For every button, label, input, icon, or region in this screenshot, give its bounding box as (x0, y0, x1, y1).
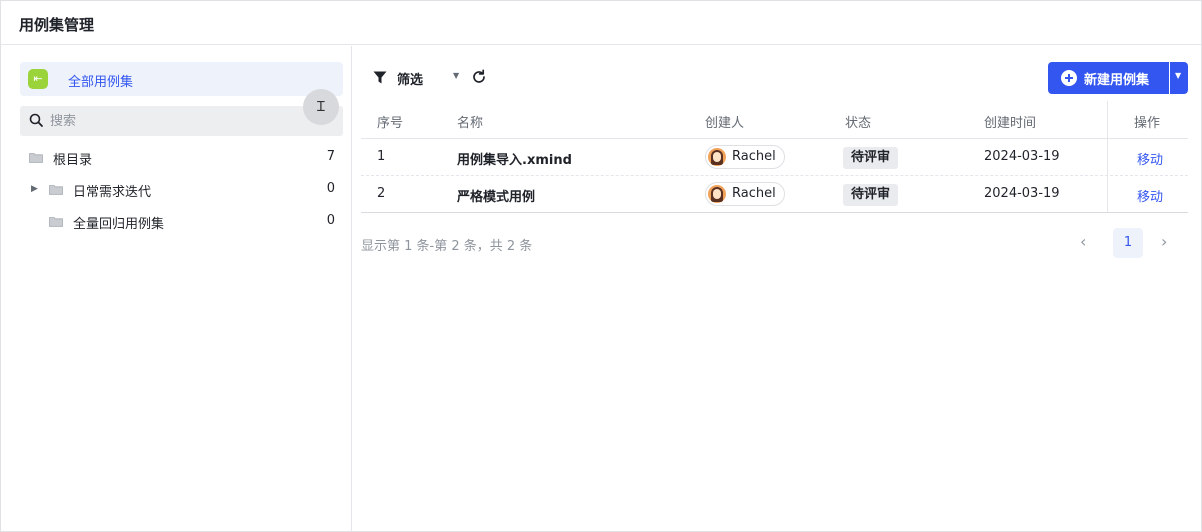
case-set-table: 序号 名称 创建人 状态 创建时间 操作 1 用例集导入.xmind Rache… (361, 101, 1188, 213)
page-title: 用例集管理 (19, 16, 95, 34)
folder-icon (49, 185, 63, 195)
search-icon (29, 113, 43, 127)
sidebar: ⇤ 全部用例集 Ɪ 根目录 7 ▶ 日常需求迭代 0 (1, 46, 352, 532)
app-window: 用例集管理 ⇤ 全部用例集 Ɪ 根目录 7 ▶ 日常需求迭 (0, 0, 1202, 532)
all-cases-label: 全部用例集 (68, 75, 134, 90)
caret-down-icon: ▼ (453, 71, 460, 80)
avatar (708, 185, 726, 203)
tree-item-count: 7 (326, 149, 335, 164)
folder-icon (49, 217, 63, 227)
tree-item-daily-iteration[interactable]: ▶ 日常需求迭代 0 (1, 176, 351, 204)
caret-down-icon: ▼ (1175, 71, 1182, 80)
row-index: 2 (377, 186, 386, 201)
row-name[interactable]: 严格模式用例 (457, 186, 535, 205)
chevron-left-icon[interactable]: ‹ (1080, 232, 1086, 251)
plus-circle-icon (1061, 70, 1077, 86)
pagination-summary: 显示第 1 条-第 2 条，共 2 条 (361, 239, 533, 254)
collection-icon: ⇤ (28, 69, 48, 89)
page-number-button[interactable]: 1 (1113, 228, 1143, 258)
folder-icon (29, 153, 43, 163)
refresh-icon[interactable] (470, 68, 488, 86)
search-box[interactable] (20, 106, 343, 136)
column-header-creator: 创建人 (705, 116, 745, 131)
column-header-action: 操作 (1134, 116, 1161, 131)
status-badge: 待评审 (843, 184, 899, 206)
column-header-name: 名称 (457, 116, 484, 131)
new-case-set-label: 新建用例集 (1084, 73, 1150, 88)
text-cursor-icon: Ɪ (303, 89, 339, 125)
creator-chip: Rachel (705, 145, 785, 169)
tree-item-label: 全量回归用例集 (73, 217, 165, 232)
filter-icon (373, 71, 387, 84)
column-header-created: 创建时间 (984, 116, 1037, 131)
tree-item-label: 根目录 (53, 153, 93, 168)
table-header: 序号 名称 创建人 状态 创建时间 操作 (361, 101, 1188, 139)
move-link[interactable]: 移动 (1137, 186, 1163, 205)
tree-item-root[interactable]: 根目录 7 (1, 144, 351, 172)
creator-chip: Rachel (705, 182, 785, 206)
creator-name: Rachel (732, 149, 776, 164)
row-index: 1 (377, 149, 386, 164)
filter-label: 筛选 (397, 73, 424, 88)
column-header-index: 序号 (377, 116, 404, 131)
table-row[interactable]: 1 用例集导入.xmind Rachel 待评审 2024-03-19 移动 (361, 139, 1188, 176)
chevron-right-icon[interactable]: › (1161, 232, 1167, 251)
row-created-date: 2024-03-19 (984, 149, 1060, 164)
search-input[interactable] (50, 111, 330, 131)
page-header: 用例集管理 (1, 1, 1201, 45)
caret-right-icon[interactable]: ▶ (31, 184, 38, 194)
new-case-set-dropdown[interactable]: ▼ (1170, 62, 1188, 94)
tree-item-count: 0 (326, 181, 335, 196)
row-name[interactable]: 用例集导入.xmind (457, 149, 572, 168)
main-content: 筛选 ▼ 新建用例集 ▼ 序号 名称 创建人 状态 创建时间 操作 1 用例集导… (353, 46, 1201, 532)
avatar (708, 148, 726, 166)
tree-item-full-regression[interactable]: 全量回归用例集 0 (1, 208, 351, 236)
column-header-status: 状态 (845, 116, 872, 131)
creator-name: Rachel (732, 186, 776, 201)
all-cases-item[interactable]: ⇤ 全部用例集 (20, 62, 343, 96)
row-created-date: 2024-03-19 (984, 186, 1060, 201)
move-link[interactable]: 移动 (1137, 149, 1163, 168)
tree-item-count: 0 (326, 213, 335, 228)
new-case-set-button[interactable]: 新建用例集 (1048, 62, 1169, 94)
table-row[interactable]: 2 严格模式用例 Rachel 待评审 2024-03-19 移动 (361, 176, 1188, 213)
status-badge: 待评审 (843, 147, 899, 169)
tree-item-label: 日常需求迭代 (73, 185, 152, 200)
